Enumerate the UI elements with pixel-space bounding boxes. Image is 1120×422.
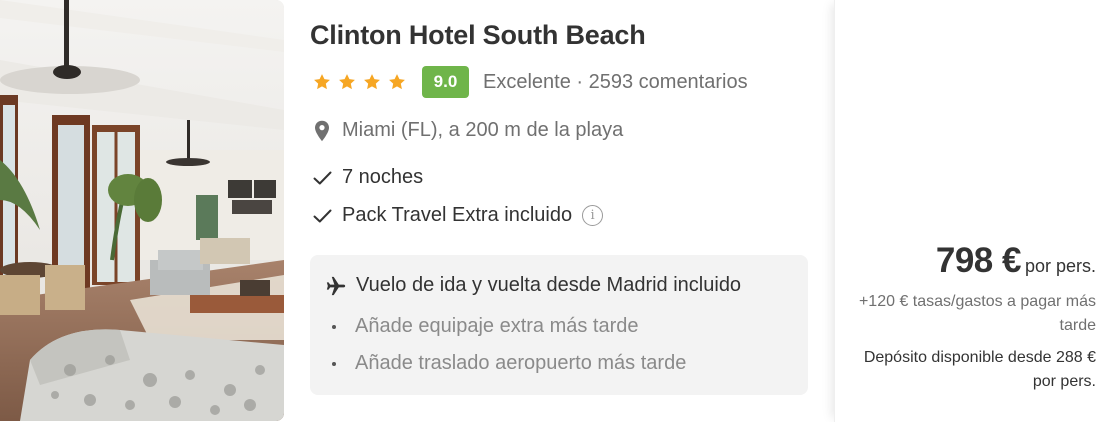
flight-info-box: Vuelo de ida y vuelta desde Madrid inclu… [310, 255, 808, 395]
hotel-card[interactable]: Clinton Hotel South Beach 9.0 Excelente … [0, 0, 1120, 422]
flight-option-label: Añade traslado aeropuerto más tarde [355, 352, 687, 374]
location-text: Miami (FL), a 200 m de la playa [342, 119, 624, 141]
check-icon [313, 171, 332, 184]
price-panel: 798 € por pers. +120 € tasas/gastos a pa… [834, 0, 1120, 422]
feature-label: 7 noches [342, 166, 424, 188]
flight-option: Añade traslado aeropuerto más tarde [332, 352, 686, 375]
star-icon [389, 74, 405, 90]
feature-nights: 7 noches [313, 166, 423, 189]
score-badge: 9.0 [422, 66, 469, 98]
flight-row: Vuelo de ida y vuelta desde Madrid inclu… [325, 274, 741, 297]
star-icon [314, 74, 330, 90]
flight-option-label: Añade equipaje extra más tarde [355, 315, 639, 337]
bullet-icon [332, 361, 336, 366]
hotel-info: Clinton Hotel South Beach 9.0 Excelente … [310, 0, 810, 422]
price-amount: 798 € [935, 241, 1022, 280]
flight-title: Vuelo de ida y vuelta desde Madrid inclu… [356, 274, 742, 296]
star-icon [364, 74, 380, 90]
bullet-icon [332, 324, 336, 329]
star-icon [339, 74, 355, 90]
hotel-lobby-image [0, 0, 284, 421]
feature-travel-pack: Pack Travel Extra incluido i [313, 204, 604, 227]
plane-icon [326, 276, 346, 295]
taxes-note: +120 € tasas/gastos a pagar más tarde [858, 293, 1096, 334]
price-per-person: por pers. [1024, 256, 1096, 276]
price-line: 798 € por pers. [936, 241, 1096, 281]
location-row: Miami (FL), a 200 m de la playa [314, 119, 623, 142]
deposit-note: Depósito disponible desde 288 € por pers… [863, 349, 1096, 390]
map-pin-icon [315, 120, 329, 141]
feature-label: Pack Travel Extra incluido [342, 204, 573, 226]
info-icon[interactable]: i [582, 205, 604, 226]
hotel-photo[interactable] [0, 0, 284, 421]
rating-row: 9.0 Excelente · 2593 comentarios [312, 66, 748, 98]
star-rating [312, 72, 407, 92]
check-icon [313, 209, 332, 222]
hotel-name[interactable]: Clinton Hotel South Beach [310, 20, 646, 51]
flight-option: Añade equipaje extra más tarde [332, 315, 639, 338]
reviews-summary[interactable]: Excelente · 2593 comentarios [483, 71, 748, 94]
